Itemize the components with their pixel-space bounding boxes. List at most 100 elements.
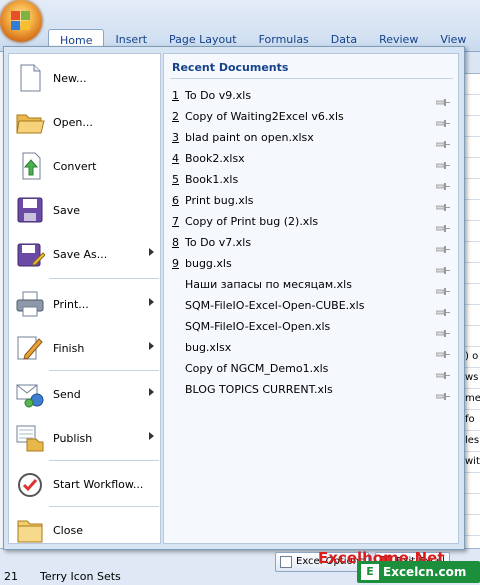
recent-document-name: Book2.xlsx xyxy=(185,152,245,165)
divider xyxy=(170,78,453,79)
menu-divider xyxy=(49,278,159,279)
pin-icon[interactable] xyxy=(435,134,450,148)
sheet-cell[interactable] xyxy=(463,158,480,179)
menu-item-send[interactable]: Send xyxy=(9,374,160,414)
sheet-cell[interactable] xyxy=(463,95,480,116)
sheet-cell[interactable]: ) o xyxy=(463,347,480,368)
menu-item-label: Print... xyxy=(53,297,89,311)
sheet-cell[interactable] xyxy=(463,263,480,284)
menu-item-label: Save As... xyxy=(53,247,108,261)
recent-document-item[interactable]: Copy of NGCM_Demo1.xls xyxy=(172,358,454,379)
recent-documents-title: Recent Documents xyxy=(172,61,289,74)
recent-document-item[interactable]: SQM-FileIO-Excel-Open.xls xyxy=(172,316,454,337)
recent-document-name: Наши запасы по месяцам.xls xyxy=(185,278,352,291)
sheet-cell[interactable]: les xyxy=(463,431,480,452)
sheet-cell[interactable] xyxy=(463,494,480,515)
recent-document-name: Book1.xls xyxy=(185,173,239,186)
recent-document-item[interactable]: 3 blad paint on open.xlsx xyxy=(172,127,454,148)
recent-document-item[interactable]: bug.xlsx xyxy=(172,337,454,358)
finish-pen-icon xyxy=(15,333,45,363)
convert-icon xyxy=(15,151,45,181)
recent-document-item[interactable]: 6 Print bug.xls xyxy=(172,190,454,211)
recent-document-item[interactable]: 5 Book1.xls xyxy=(172,169,454,190)
menu-item-open[interactable]: Open... xyxy=(9,102,160,142)
recent-document-name: SQM-FileIO-Excel-Open.xls xyxy=(185,320,331,333)
office-button[interactable] xyxy=(0,0,42,42)
menu-item-label: Convert xyxy=(53,159,97,173)
pin-icon[interactable] xyxy=(435,155,450,169)
pin-icon[interactable] xyxy=(435,281,450,295)
pin-icon[interactable] xyxy=(435,302,450,316)
recent-document-item[interactable]: 8 To Do v7.xls xyxy=(172,232,454,253)
printer-icon xyxy=(15,289,45,319)
sheet-cell[interactable] xyxy=(463,242,480,263)
send-icon xyxy=(15,379,45,409)
recent-document-name: bug.xlsx xyxy=(185,341,232,354)
office-menu: New... Open... Convert Save Save As... P… xyxy=(3,46,465,550)
sheet-cell[interactable]: me xyxy=(463,389,480,410)
sheet-cell[interactable] xyxy=(463,515,480,536)
sheet-cell[interactable] xyxy=(463,179,480,200)
recent-document-number: 3 xyxy=(172,131,179,144)
row-number: 21 xyxy=(4,570,18,583)
recent-document-item[interactable]: Наши запасы по месяцам.xls xyxy=(172,274,454,295)
menu-item-print[interactable]: Print... xyxy=(9,284,160,324)
submenu-arrow-icon xyxy=(149,298,154,306)
menu-item-publish[interactable]: Publish xyxy=(9,418,160,458)
sheet-cell[interactable]: fo xyxy=(463,410,480,431)
menu-commands: New... Open... Convert Save Save As... P… xyxy=(8,53,161,544)
pin-icon[interactable] xyxy=(435,113,450,127)
pin-icon[interactable] xyxy=(435,92,450,106)
recent-documents-pane: Recent Documents 1 To Do v9.xls 2 Copy of W… xyxy=(163,53,459,544)
menu-item-new[interactable]: New... xyxy=(9,58,160,98)
sheet-cell[interactable]: ws xyxy=(463,368,480,389)
sheet-cell[interactable]: with xyxy=(463,452,480,473)
menu-item-convert[interactable]: Convert xyxy=(9,146,160,186)
pin-icon[interactable] xyxy=(435,176,450,190)
menu-item-label: Start Workflow... xyxy=(53,477,144,491)
sheet-cell[interactable] xyxy=(463,74,480,95)
menu-item-label: Send xyxy=(53,387,81,401)
recent-document-item[interactable]: 4 Book2.xlsx xyxy=(172,148,454,169)
menu-item-finish[interactable]: Finish xyxy=(9,328,160,368)
recent-document-number: 6 xyxy=(172,194,179,207)
pin-icon[interactable] xyxy=(435,386,450,400)
recent-document-name: To Do v7.xls xyxy=(185,236,252,249)
recent-document-name: blad paint on open.xlsx xyxy=(185,131,314,144)
sheet-cell[interactable] xyxy=(463,116,480,137)
column-header xyxy=(463,52,480,74)
pin-icon[interactable] xyxy=(435,197,450,211)
pin-icon[interactable] xyxy=(435,239,450,253)
pin-icon[interactable] xyxy=(435,344,450,358)
recent-document-number: 1 xyxy=(172,89,179,102)
recent-document-item[interactable]: BLOG TOPICS CURRENT.xls xyxy=(172,379,454,400)
menu-item-save-as[interactable]: Save As... xyxy=(9,234,160,274)
pin-icon[interactable] xyxy=(435,218,450,232)
sheet-cell[interactable] xyxy=(463,200,480,221)
sheet-cell[interactable] xyxy=(463,284,480,305)
sheet-cell[interactable] xyxy=(463,473,480,494)
menu-divider xyxy=(49,370,159,371)
sheet-cell[interactable] xyxy=(463,326,480,347)
recent-document-name: Copy of Waiting2Excel v6.xls xyxy=(185,110,344,123)
recent-document-item[interactable]: 1 To Do v9.xls xyxy=(172,85,454,106)
recent-document-item[interactable]: 9 bugg.xls xyxy=(172,253,454,274)
cell-text[interactable]: Terry Icon Sets xyxy=(40,570,121,583)
sheet-cell[interactable] xyxy=(463,305,480,326)
menu-item-start-workflow[interactable]: Start Workflow... xyxy=(9,464,160,504)
menu-item-save[interactable]: Save xyxy=(9,190,160,230)
pin-icon[interactable] xyxy=(435,365,450,379)
pin-icon[interactable] xyxy=(435,260,450,274)
pin-icon[interactable] xyxy=(435,323,450,337)
sheet-cell[interactable] xyxy=(463,221,480,242)
recent-document-item[interactable]: SQM-FileIO-Excel-Open-CUBE.xls xyxy=(172,295,454,316)
menu-item-label: Save xyxy=(53,203,81,217)
recent-document-item[interactable]: 7 Copy of Print bug (2).xls xyxy=(172,211,454,232)
office-logo-icon xyxy=(11,11,31,31)
recent-document-item[interactable]: 2 Copy of Waiting2Excel v6.xls xyxy=(172,106,454,127)
menu-item-label: Finish xyxy=(53,341,85,355)
recent-document-name: To Do v9.xls xyxy=(185,89,252,102)
sheet-cell[interactable] xyxy=(463,137,480,158)
watermark-excelcn: E Excelcn.com xyxy=(357,561,480,583)
menu-item-close[interactable]: Close xyxy=(9,510,160,550)
